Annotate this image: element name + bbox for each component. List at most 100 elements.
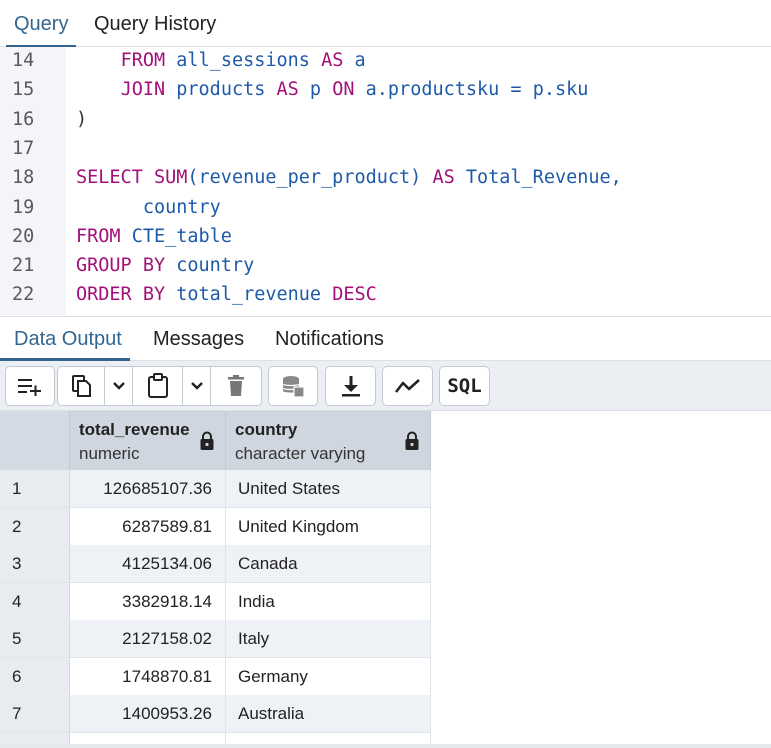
add-row-button[interactable] bbox=[6, 367, 54, 405]
code-line[interactable]: 18 SELECT SUM(revenue_per_product) AS Tot… bbox=[0, 163, 771, 192]
column-header-country[interactable]: country character varying bbox=[226, 411, 431, 470]
table-row[interactable]: 5 2127158.02 Italy bbox=[0, 620, 431, 658]
code-text[interactable]: country bbox=[76, 193, 221, 222]
row-number-header[interactable] bbox=[0, 411, 70, 470]
sql-keyword: AS bbox=[276, 79, 299, 101]
sql-keyword: FROM bbox=[76, 225, 121, 247]
graph-visualiser-button[interactable] bbox=[383, 367, 432, 405]
sql-token: Total_Revenue, bbox=[454, 167, 622, 189]
tab-query[interactable]: Query bbox=[5, 0, 78, 48]
code-text[interactable]: ORDER BY total_revenue DESC bbox=[76, 280, 377, 309]
code-text[interactable]: FROM all_sessions AS a bbox=[76, 47, 366, 75]
save-data-button[interactable] bbox=[269, 367, 317, 405]
row-number[interactable]: 2 bbox=[0, 508, 70, 545]
cell-country[interactable]: Italy bbox=[226, 620, 431, 657]
cell-total-revenue[interactable]: 1400953.26 bbox=[70, 695, 226, 732]
sql-token: (revenue_per_product) bbox=[187, 167, 433, 189]
cell-country[interactable]: Germany bbox=[226, 658, 431, 695]
code-line[interactable]: 22 ORDER BY total_revenue DESC bbox=[0, 280, 771, 309]
lock-icon bbox=[200, 431, 214, 450]
sql-keyword: DESC bbox=[332, 284, 377, 306]
copy-options-button[interactable] bbox=[104, 367, 132, 405]
sql-keyword: SUM bbox=[153, 167, 188, 189]
sql-keyword: ON bbox=[332, 79, 355, 101]
code-line[interactable]: 17 bbox=[0, 134, 771, 163]
paste-button[interactable] bbox=[132, 367, 182, 405]
download-button[interactable] bbox=[326, 367, 375, 405]
sql-keyword: GROUP BY bbox=[76, 255, 166, 277]
lock-icon bbox=[405, 431, 419, 450]
tab-query-history[interactable]: Query History bbox=[94, 0, 216, 47]
sql-keyword: ORDER BY bbox=[76, 284, 166, 306]
row-number[interactable]: 6 bbox=[0, 658, 70, 695]
line-chart-icon bbox=[394, 379, 420, 393]
line-number: 18 bbox=[12, 167, 35, 189]
cell-total-revenue[interactable]: 1748870.81 bbox=[70, 658, 226, 695]
line-number: 16 bbox=[12, 108, 35, 130]
table-row[interactable]: 7 1400953.26 Australia bbox=[0, 695, 431, 733]
row-number[interactable]: 5 bbox=[0, 620, 70, 657]
sql-token: a.productsku = p.sku bbox=[354, 79, 589, 101]
row-number[interactable]: 3 bbox=[0, 545, 70, 582]
column-type: character varying bbox=[235, 444, 366, 463]
code-line[interactable]: 14 FROM all_sessions AS a bbox=[0, 47, 771, 75]
cell-country[interactable]: United Kingdom bbox=[226, 508, 431, 545]
code-line[interactable]: 20 FROM CTE_table bbox=[0, 222, 771, 251]
results-grid: total_revenue numeric country character … bbox=[0, 411, 771, 748]
delete-row-button[interactable] bbox=[210, 367, 261, 405]
table-row[interactable]: 1 126685107.36 United States bbox=[0, 470, 431, 508]
cell-country[interactable]: Australia bbox=[226, 695, 431, 732]
cell-total-revenue[interactable]: 126685107.36 bbox=[70, 470, 226, 507]
sql-button[interactable]: SQL bbox=[440, 367, 489, 405]
sql-token: country bbox=[142, 196, 221, 218]
sql-keyword: AS bbox=[432, 167, 455, 189]
code-text[interactable]: SELECT SUM(revenue_per_product) AS Total… bbox=[76, 163, 622, 192]
cell-country[interactable]: Canada bbox=[226, 545, 431, 582]
column-name: country bbox=[235, 420, 298, 439]
sql-token: ) bbox=[76, 108, 88, 130]
code-text[interactable]: JOIN products AS p ON a.productsku = p.s… bbox=[76, 75, 589, 104]
code-text[interactable]: FROM CTE_table bbox=[76, 222, 232, 251]
table-row[interactable]: 2 6287589.81 United Kingdom bbox=[0, 508, 431, 546]
row-number[interactable]: 1 bbox=[0, 470, 70, 507]
cell-total-revenue[interactable]: 2127158.02 bbox=[70, 620, 226, 657]
line-number: 14 bbox=[12, 50, 35, 71]
row-number[interactable]: 7 bbox=[0, 695, 70, 732]
table-row[interactable]: 3 4125134.06 Canada bbox=[0, 545, 431, 583]
sql-token: p bbox=[298, 79, 333, 101]
tab-messages[interactable]: Messages bbox=[153, 317, 244, 361]
sql-token: CTE_table bbox=[120, 225, 232, 247]
code-line[interactable]: 19 country bbox=[0, 193, 771, 222]
copy-button[interactable] bbox=[58, 367, 104, 405]
cell-country[interactable]: India bbox=[226, 583, 431, 620]
tab-notifications[interactable]: Notifications bbox=[275, 317, 384, 361]
data-output-toolbar: SQL bbox=[0, 361, 771, 411]
column-name: total_revenue bbox=[79, 420, 190, 439]
sql-editor[interactable]: 14 FROM all_sessions AS a 15 JOIN product… bbox=[0, 47, 771, 315]
horizontal-scrollbar[interactable] bbox=[0, 744, 771, 748]
cell-total-revenue[interactable]: 6287589.81 bbox=[70, 508, 226, 545]
paste-options-button[interactable] bbox=[182, 367, 210, 405]
row-number[interactable]: 4 bbox=[0, 583, 70, 620]
cell-total-revenue[interactable]: 3382918.14 bbox=[70, 583, 226, 620]
column-header-total-revenue[interactable]: total_revenue numeric bbox=[70, 411, 226, 470]
table-row[interactable]: 6 1748870.81 Germany bbox=[0, 658, 431, 696]
line-number: 20 bbox=[12, 225, 35, 247]
line-number: 22 bbox=[12, 284, 35, 306]
code-line[interactable]: 15 JOIN products AS p ON a.productsku = … bbox=[0, 75, 771, 104]
cell-total-revenue[interactable]: 4125134.06 bbox=[70, 545, 226, 582]
tab-data-output[interactable]: Data Output bbox=[0, 317, 130, 361]
code-line[interactable]: 21 GROUP BY country bbox=[0, 251, 771, 280]
table-row[interactable]: 4 3382918.14 India bbox=[0, 583, 431, 621]
clipboard-icon bbox=[147, 373, 168, 398]
line-number: 19 bbox=[12, 196, 35, 218]
chevron-down-icon bbox=[112, 382, 125, 390]
code-text[interactable]: GROUP BY country bbox=[76, 251, 254, 280]
sql-keyword: JOIN bbox=[120, 79, 166, 101]
code-text[interactable]: ) bbox=[76, 105, 87, 134]
code-line[interactable]: 16) bbox=[0, 105, 771, 134]
cell-country[interactable]: United States bbox=[226, 470, 431, 507]
